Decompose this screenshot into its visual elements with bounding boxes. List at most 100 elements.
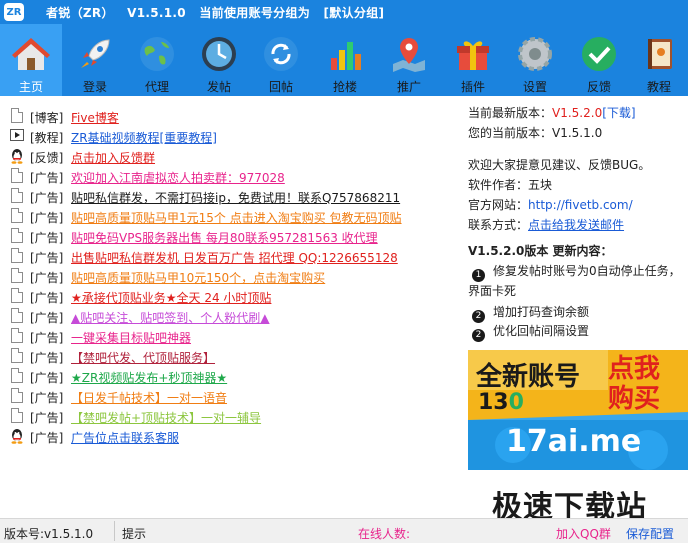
globe-icon (135, 32, 179, 76)
changelog-text: 界面卡死 (468, 284, 517, 298)
rocket-icon (73, 32, 117, 76)
item-link[interactable]: 【日发千帖技术】一对一语音 (71, 389, 227, 406)
item-tag: [博客] (30, 111, 64, 125)
title-bar: ZR 者锐（ZR） V1.5.1.0 当前使用账号分组为 [默认分组] (0, 0, 688, 24)
refresh-icon (259, 32, 303, 76)
item-link[interactable]: 出售贴吧私信群发机 日发百万广告 招代理 QQ:1226655128 (71, 249, 398, 266)
list-item: [广告] 贴吧高质量顶贴马甲10元150个，点击淘宝购买 (0, 266, 464, 286)
clock-icon (197, 32, 241, 76)
tab-post[interactable]: 发帖 (188, 24, 250, 96)
item-link[interactable]: 贴吧免码VPS服务器出售 每月80联系957281563 收代理 (71, 229, 378, 246)
official-site-link[interactable]: http://fivetb.com/ (528, 198, 633, 212)
ad-domain: 17ai.me (506, 424, 642, 459)
item-link[interactable]: 广告位点击联系客服 (71, 429, 179, 446)
item-link[interactable]: 【禁吧发帖+顶贴技术】一对一辅导 (71, 409, 261, 426)
item-tag: [广告] (30, 351, 64, 365)
document-icon (10, 308, 24, 324)
document-icon (10, 348, 24, 364)
item-tag: [广告] (30, 371, 64, 385)
tab-label: 推广 (396, 80, 421, 94)
join-qq-group-link[interactable]: 加入QQ群 (556, 525, 611, 542)
list-item: [反馈] 点击加入反馈群 (0, 146, 464, 166)
item-tag: [反馈] (30, 151, 64, 165)
item-tag: [广告] (30, 251, 64, 265)
window-title: 者锐（ZR） V1.5.1.0 当前使用账号分组为 [默认分组] (46, 5, 385, 20)
document-icon (10, 208, 24, 224)
tab-grab-floor[interactable]: 抢楼 (314, 24, 376, 96)
tab-label: 代理 (144, 80, 169, 94)
contact-line: 联系方式：点击给我发送邮件 (468, 216, 624, 233)
list-item: [广告] 贴吧私信群发，不需打码接ip，免费试用！联系Q757868211 (0, 186, 464, 206)
list-item: [广告] 贴吧高质量顶贴马甲1元15个 点击进入淘宝购买 包教无码顶贴 (0, 206, 464, 226)
item-tag: [广告] (30, 231, 64, 245)
item-link[interactable]: ★承接代顶贴业务★全天 24 小时顶贴 (71, 289, 271, 306)
tab-plugin[interactable]: 插件 (442, 24, 504, 96)
item-tag: [广告] (30, 211, 64, 225)
divider (114, 521, 115, 541)
item-link[interactable]: 【禁吧代发、代顶贴服务】 (71, 349, 215, 366)
home-icon (9, 32, 53, 76)
document-icon (10, 168, 24, 184)
tab-login[interactable]: 登录 (64, 24, 126, 96)
document-icon (10, 268, 24, 284)
qq-penguin-icon (10, 148, 24, 164)
latest-version-label: 当前最新版本： (468, 106, 553, 120)
tab-label: 教程 (646, 80, 671, 94)
tab-reply[interactable]: 回帖 (250, 24, 312, 96)
tab-tutorial[interactable]: 教程 (628, 24, 688, 96)
list-item: [广告] 【禁吧发帖+顶贴技术】一对一辅导 (0, 406, 464, 426)
changelog-text: 增加打码查询余额 (493, 305, 590, 319)
item-tag: [广告] (30, 191, 64, 205)
changelog-item: 2 增加打码查询余额 (468, 303, 589, 323)
tab-feedback[interactable]: 反馈 (568, 24, 630, 96)
item-link[interactable]: ★ZR视频贴发布+秒顶神器★ (71, 369, 227, 386)
ad-number: 130 (478, 390, 524, 415)
app-logo-icon: ZR (4, 3, 24, 21)
changelog-item: 1 修复发帖时账号为0自动停止任务， (468, 262, 681, 282)
tab-home[interactable]: 主页 (0, 24, 62, 96)
item-link[interactable]: ZR基础视频教程[重要教程] (71, 129, 217, 146)
document-icon (10, 388, 24, 404)
welcome-text: 欢迎大家提意见建议、反馈BUG。 (468, 158, 651, 172)
current-version-label: 您的当前版本： (468, 126, 553, 140)
item-tag: [广告] (30, 291, 64, 305)
download-link[interactable]: [下载] (602, 106, 635, 120)
qq-penguin-icon (10, 428, 24, 444)
item-link[interactable]: 贴吧私信群发，不需打码接ip，免费试用！联系Q757868211 (71, 189, 400, 206)
item-link[interactable]: ▲贴吧关注、贴吧签到、个人粉代刷▲ (71, 309, 269, 326)
hint-status: 提示 (122, 527, 147, 541)
status-bar: 版本号:v1.5.1.0 提示 在线人数: 加入QQ群 保存配置 (0, 518, 688, 543)
item-link[interactable]: Five博客 (71, 109, 119, 126)
tab-settings[interactable]: 设置 (504, 24, 566, 96)
list-item: [广告] 【禁吧代发、代顶贴服务】 (0, 346, 464, 366)
tab-promote[interactable]: 推广 (378, 24, 440, 96)
item-link[interactable]: 点击加入反馈群 (71, 149, 155, 166)
item-link[interactable]: 一键采集目标贴吧神器 (71, 329, 191, 346)
map-pin-icon (387, 32, 431, 76)
tab-label: 设置 (522, 80, 547, 94)
list-item: [广告] 欢迎加入江南虐拟恋人拍卖群：977028 (0, 166, 464, 186)
tab-label: 登录 (82, 80, 107, 94)
list-item: [广告] 一键采集目标贴吧神器 (0, 326, 464, 346)
save-config-button[interactable]: 保存配置 (626, 525, 674, 542)
item-tag: [广告] (30, 391, 64, 405)
author-value: 五块 (528, 178, 553, 192)
send-email-link[interactable]: 点击给我发送邮件 (528, 218, 624, 232)
item-link[interactable]: 贴吧高质量顶贴马甲1元15个 点击进入淘宝购买 包教无码顶贴 (71, 209, 402, 226)
gift-icon (451, 32, 495, 76)
tab-label: 反馈 (586, 80, 611, 94)
gear-icon (513, 32, 557, 76)
bullet-number: 2 (472, 329, 485, 342)
item-link[interactable]: 欢迎加入江南虐拟恋人拍卖群：977028 (71, 169, 285, 186)
current-version-line: 您的当前版本：V1.5.1.0 (468, 124, 602, 141)
item-tag: [广告] (30, 331, 64, 345)
item-link[interactable]: 贴吧高质量顶贴马甲10元150个，点击淘宝购买 (71, 269, 325, 286)
bullet-number: 1 (472, 269, 485, 282)
ad-banner[interactable]: 全新账号 130 点我 购买 17ai.me (468, 350, 688, 470)
video-icon (10, 128, 24, 144)
main-toolbar: 主页 登录 代理 发帖 回帖 抢楼 推广 插件 设置 反馈 教程 (0, 24, 688, 96)
item-tag: [广告] (30, 271, 64, 285)
list-item: [广告] ▲贴吧关注、贴吧签到、个人粉代刷▲ (0, 306, 464, 326)
item-tag: [教程] (30, 131, 64, 145)
tab-proxy[interactable]: 代理 (126, 24, 188, 96)
